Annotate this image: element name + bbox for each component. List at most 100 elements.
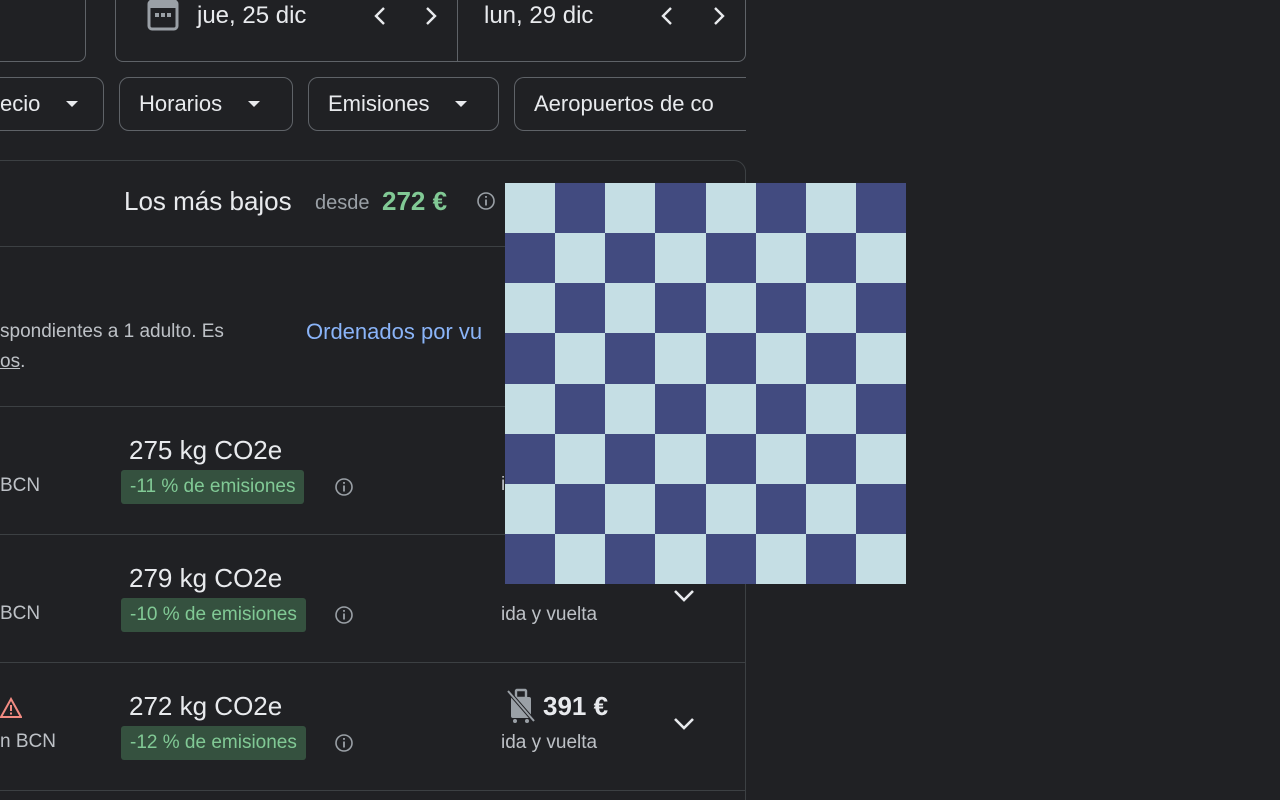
checker-square [705,283,756,334]
chip-label: ecio [0,91,41,116]
checker-square [855,183,906,234]
co2-value: 275 kg CO2e [129,435,283,465]
checker-square [755,383,806,434]
trip-type: ida y vuelta [501,732,598,753]
flight-price: 391 € [543,691,609,721]
info-icon[interactable] [334,477,354,497]
checker-square [855,233,906,284]
checker-square [555,533,606,584]
chevron-right-icon[interactable] [706,4,730,28]
checker-square [705,333,756,384]
checker-square [555,283,606,334]
sort-by-link[interactable]: Ordenados por vu [306,319,482,345]
checker-square [655,183,706,234]
checker-square [655,483,706,534]
emissions-filter-chip[interactable]: Emisiones [308,77,499,131]
checker-square [705,183,756,234]
checker-square [805,533,856,584]
info-icon[interactable] [476,191,496,211]
info-icon[interactable] [334,733,354,753]
checker-square [605,533,656,584]
divider [0,790,746,791]
emissions-badge: -10 % de emisiones [121,598,306,632]
checker-square [505,183,556,234]
checker-square [505,533,556,584]
note-tail: . [20,351,26,372]
chevron-right-icon[interactable] [418,4,442,28]
checker-square [705,433,756,484]
checker-square [755,433,806,484]
checker-square [805,283,856,334]
checker-square [655,433,706,484]
checker-square [855,483,906,534]
info-icon[interactable] [334,605,354,625]
checker-square [805,333,856,384]
checker-square [705,383,756,434]
chevron-left-icon[interactable] [369,4,393,28]
checker-square [705,483,756,534]
lowest-tab-title[interactable]: Los más bajos [124,186,292,217]
calendar-icon[interactable] [147,0,179,32]
return-date[interactable]: lun, 29 dic [484,0,593,32]
airports-filter-chip[interactable]: Aeropuertos de co [514,77,774,131]
checker-square [705,533,756,584]
checker-square [755,233,806,284]
times-filter-chip[interactable]: Horarios [119,77,293,131]
checker-square [655,333,706,384]
checker-square [605,233,656,284]
emissions-badge: -12 % de emisiones [121,726,306,760]
no-carry-on-bag-icon [506,688,536,723]
checker-square [505,433,556,484]
origin-field[interactable] [0,0,86,62]
emissions-badge: -11 % de emisiones [121,470,305,504]
airport-code: BCN [0,603,41,624]
checker-square [805,483,856,534]
note-link[interactable]: os [0,351,20,372]
checker-square [555,433,606,484]
checker-square [605,283,656,334]
trip-type: ida y vuelta [501,604,598,625]
checkerboard-overlay [505,183,906,584]
chip-label: Aeropuertos de co [534,91,714,116]
checker-square [655,533,706,584]
dropdown-caret-icon [248,101,261,107]
chip-overflow-mask [746,70,786,140]
checker-square [655,383,706,434]
dropdown-caret-icon [455,101,468,107]
dropdown-caret-icon [66,101,79,107]
checker-square [805,183,856,234]
chevron-left-icon[interactable] [656,4,680,28]
warning-icon [0,697,22,718]
checker-square [505,233,556,284]
divider [0,662,746,663]
checker-square [605,383,656,434]
lowest-price: 272 € [382,186,448,216]
checker-square [755,183,806,234]
checker-square [855,533,906,584]
price-note: spondientes a 1 adulto. Es [0,321,224,342]
chip-label: Emisiones [328,91,430,116]
checker-square [555,383,606,434]
price-filter-chip[interactable]: ecio [0,77,104,131]
checker-square [755,333,806,384]
checker-square [605,183,656,234]
expand-chevron-icon[interactable] [670,710,698,738]
checker-square [605,433,656,484]
expand-chevron-icon[interactable] [670,582,698,610]
checker-square [605,483,656,534]
checker-square [555,183,606,234]
price-note-link-line: os. [0,351,25,373]
flight-results-screen: jue, 25 dic lun, 29 dic ecio Horarios Em… [0,0,1280,800]
checker-square [555,333,606,384]
airport-code: n BCN [0,731,56,752]
checker-square [705,233,756,284]
airport-code: BCN [0,475,41,496]
checker-square [855,383,906,434]
depart-date[interactable]: jue, 25 dic [197,0,306,32]
checker-square [655,233,706,284]
checker-square [855,283,906,334]
checker-square [805,233,856,284]
co2-value: 272 kg CO2e [129,691,283,721]
checker-square [855,433,906,484]
checker-square [755,283,806,334]
